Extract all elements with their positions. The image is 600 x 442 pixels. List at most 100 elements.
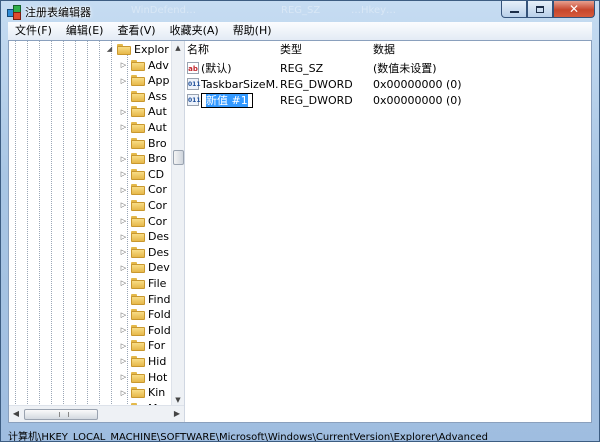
menu-file[interactable]: 文件(F) bbox=[8, 22, 59, 40]
expand-arrow-icon[interactable]: ▷ bbox=[119, 170, 128, 179]
scroll-up-arrow-icon[interactable]: ▲ bbox=[172, 41, 184, 54]
tree-item[interactable]: ▷ Adv bbox=[119, 57, 169, 73]
folder-icon bbox=[131, 137, 145, 149]
value-name: (默认) bbox=[201, 62, 232, 75]
expand-arrow-icon[interactable]: ▷ bbox=[119, 373, 128, 382]
scroll-thumb[interactable] bbox=[24, 409, 98, 420]
tree-item[interactable]: Bro bbox=[119, 135, 167, 151]
expand-arrow-icon[interactable]: ▷ bbox=[119, 217, 128, 226]
column-header-data[interactable]: 数据 bbox=[371, 41, 521, 59]
maximize-button[interactable] bbox=[527, 1, 553, 18]
close-button[interactable]: ✕ bbox=[553, 1, 595, 18]
folder-icon bbox=[131, 246, 145, 258]
tree-item[interactable]: ▷ Fold bbox=[119, 307, 171, 323]
expand-arrow-icon[interactable]: ▷ bbox=[119, 154, 128, 163]
expand-arrow-icon[interactable]: ▷ bbox=[119, 341, 128, 350]
tree-item-label: App bbox=[148, 74, 170, 88]
tree-item[interactable]: ▷ File bbox=[119, 275, 167, 291]
folder-icon bbox=[131, 106, 145, 118]
expand-arrow-icon[interactable]: ▷ bbox=[119, 61, 128, 70]
scroll-right-arrow-icon[interactable]: ▶ bbox=[170, 406, 184, 421]
tree-vertical-scrollbar[interactable]: ▲ ▼ bbox=[171, 41, 184, 406]
value-row-taskbarsize[interactable]: 011 TaskbarSizeM... REG_DWORD 0x00000000… bbox=[185, 76, 591, 92]
background-text: WinDefend… bbox=[131, 5, 196, 16]
value-data: 0x00000000 (0) bbox=[373, 77, 462, 91]
tree-item[interactable]: ▷ Des bbox=[119, 244, 169, 260]
expand-arrow-icon[interactable]: ▷ bbox=[119, 388, 128, 397]
tree-item[interactable]: ▷ App bbox=[119, 73, 170, 89]
expand-arrow-icon[interactable]: ▷ bbox=[119, 263, 128, 272]
value-type: REG_SZ bbox=[280, 61, 324, 75]
dword-value-icon: 011 bbox=[187, 78, 201, 90]
no-expand-spacer bbox=[119, 92, 128, 101]
list-header: 名称 类型 数据 bbox=[185, 41, 591, 59]
registry-editor-icon bbox=[7, 4, 21, 20]
value-row-new-value[interactable]: 011 新值 #1 REG_DWORD 0x00000000 (0) bbox=[185, 92, 591, 108]
tree-item-label: Cor bbox=[148, 214, 167, 228]
expand-arrow-icon[interactable]: ▷ bbox=[119, 76, 128, 85]
dword-value-icon: 011 bbox=[187, 94, 201, 106]
value-data: (数值未设置) bbox=[373, 62, 437, 75]
expand-arrow-icon[interactable]: ▷ bbox=[119, 279, 128, 288]
tree-item-label: File bbox=[148, 276, 167, 290]
expand-arrow-icon[interactable]: ▷ bbox=[119, 248, 128, 257]
tree-horizontal-scrollbar[interactable]: ◀ ▶ bbox=[9, 405, 184, 422]
window-controls: ✕ bbox=[501, 1, 595, 18]
menu-edit[interactable]: 编辑(E) bbox=[59, 22, 111, 40]
tree-item[interactable]: ▷ CD bbox=[119, 166, 164, 182]
main-area: ◢ Explor ▷ Adv ▷ App Ass ▷ Aut ▷ Aut Bro ▷ Bro ▷ CD ▷ C… bbox=[8, 40, 592, 423]
tree-item[interactable]: Ass bbox=[119, 88, 167, 104]
tree-item[interactable]: ▷ Cor bbox=[119, 213, 167, 229]
expand-arrow-icon[interactable]: ▷ bbox=[119, 310, 128, 319]
tree-item[interactable]: Find bbox=[119, 291, 171, 307]
tree-item[interactable]: ▷ Kin bbox=[119, 385, 165, 401]
tree-item[interactable]: ▷ Cor bbox=[119, 197, 167, 213]
folder-icon bbox=[131, 75, 145, 87]
value-row-default[interactable]: ab (默认) REG_SZ (数值未设置) bbox=[185, 60, 591, 76]
expand-arrow-icon[interactable]: ▷ bbox=[119, 201, 128, 210]
scroll-thumb[interactable] bbox=[173, 150, 184, 165]
tree-item[interactable]: ▷ For bbox=[119, 338, 165, 354]
tree-item[interactable]: ▷ Hid bbox=[119, 353, 167, 369]
menu-view[interactable]: 查看(V) bbox=[110, 22, 162, 40]
expand-arrow-icon[interactable]: ▷ bbox=[119, 107, 128, 116]
tree-item[interactable]: ▷ Dev bbox=[119, 260, 170, 276]
expand-arrow-icon[interactable]: ▷ bbox=[119, 185, 128, 194]
folder-icon bbox=[131, 293, 145, 305]
tree-item-label: Aut bbox=[148, 120, 167, 134]
collapse-arrow-icon[interactable]: ◢ bbox=[105, 45, 114, 54]
tree-item-label: Des bbox=[148, 245, 169, 259]
tree-item[interactable]: ▷ Hot bbox=[119, 369, 168, 385]
folder-icon bbox=[131, 309, 145, 321]
no-expand-spacer bbox=[119, 139, 128, 148]
tree-item-label: Fold bbox=[148, 308, 171, 322]
column-header-name[interactable]: 名称 bbox=[185, 41, 278, 59]
tree-item[interactable]: ▷ Fold bbox=[119, 322, 171, 338]
expand-arrow-icon[interactable]: ▷ bbox=[119, 326, 128, 335]
registry-tree: ◢ Explor ▷ Adv ▷ App Ass ▷ Aut ▷ Aut Bro ▷ Bro ▷ CD ▷ C… bbox=[9, 41, 185, 422]
tree-item-explorer[interactable]: ◢ Explor bbox=[105, 41, 169, 57]
expand-arrow-icon[interactable]: ▷ bbox=[119, 357, 128, 366]
values-list: 名称 类型 数据 ab (默认) REG_SZ (数值未设置) 011 Task… bbox=[185, 41, 591, 422]
scroll-left-arrow-icon[interactable]: ◀ bbox=[9, 406, 23, 421]
tree-item-label: CD bbox=[148, 167, 165, 181]
tree-item[interactable]: ▷ Aut bbox=[119, 104, 167, 120]
tree-item-label: Bro bbox=[148, 152, 167, 166]
rename-input[interactable]: 新值 #1 bbox=[201, 92, 253, 108]
tree-item[interactable]: ▷ Cor bbox=[119, 182, 167, 198]
tree-item[interactable]: ▷ Des bbox=[119, 229, 169, 245]
expand-arrow-icon[interactable]: ▷ bbox=[119, 232, 128, 241]
string-value-icon: ab bbox=[187, 62, 199, 74]
column-header-type[interactable]: 类型 bbox=[278, 41, 371, 59]
menu-favorites[interactable]: 收藏夹(A) bbox=[163, 22, 226, 40]
expand-arrow-icon[interactable]: ▷ bbox=[119, 123, 128, 132]
tree-item[interactable]: ▷ Bro bbox=[119, 151, 167, 167]
folder-icon bbox=[131, 277, 145, 289]
minimize-icon bbox=[509, 11, 519, 13]
tree-item-label: Des bbox=[148, 230, 169, 244]
tree-item[interactable]: ▷ Aut bbox=[119, 119, 167, 135]
minimize-button[interactable] bbox=[501, 1, 527, 18]
menu-help[interactable]: 帮助(H) bbox=[226, 22, 279, 40]
title-bar[interactable]: 注册表编辑器 WinDefend… REG_SZ …Hkey… ✕ bbox=[1, 1, 599, 22]
folder-icon bbox=[131, 262, 145, 274]
